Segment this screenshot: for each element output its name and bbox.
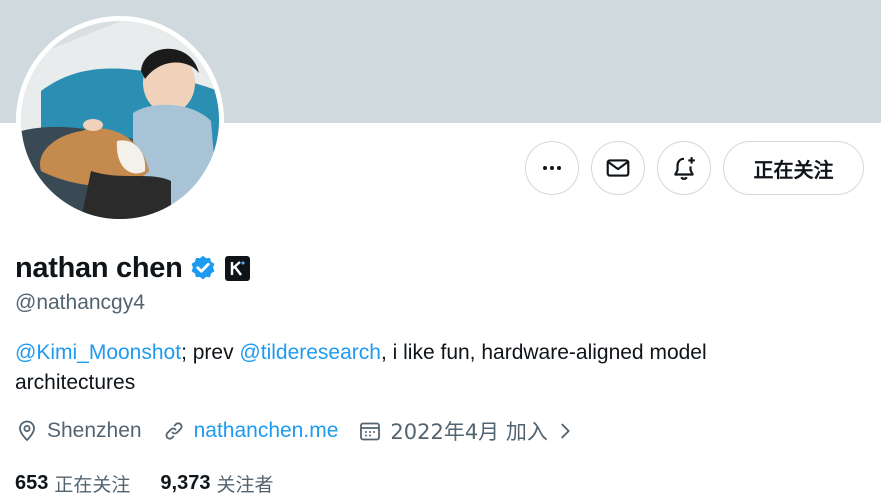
link-icon bbox=[165, 422, 183, 440]
bio-text: ; prev bbox=[181, 341, 240, 364]
avatar-photo bbox=[21, 21, 219, 219]
message-button[interactable] bbox=[591, 141, 645, 195]
joined-item[interactable]: 2022年4月 加入 bbox=[358, 416, 575, 446]
follow-stats: 653 正在关注 9,373 关注者 bbox=[15, 467, 303, 499]
more-dots-icon bbox=[543, 166, 561, 170]
bell-plus-icon bbox=[674, 157, 695, 180]
following-label: 正在关注 bbox=[54, 473, 131, 496]
website-link[interactable]: nathanchen.me bbox=[194, 419, 339, 443]
following-stat[interactable]: 653 正在关注 bbox=[15, 470, 130, 497]
bio-mention-kimi[interactable]: @Kimi_Moonshot bbox=[15, 341, 181, 364]
location-text: Shenzhen bbox=[47, 419, 142, 442]
bio: @Kimi_Moonshot; prev @tilderesearch, i l… bbox=[15, 338, 815, 398]
location-item: Shenzhen bbox=[15, 419, 142, 443]
avatar[interactable] bbox=[21, 21, 219, 219]
profile-meta: Shenzhen nathanchen.me 2022年4月 加入 bbox=[15, 414, 596, 448]
envelope-icon bbox=[606, 159, 630, 177]
notify-button[interactable] bbox=[657, 141, 711, 195]
joined-text: 2022年4月 加入 bbox=[390, 420, 548, 444]
followers-count: 9,373 bbox=[160, 471, 211, 494]
display-name: nathan chen bbox=[15, 251, 183, 284]
kimi-logo-mark bbox=[230, 260, 245, 276]
user-handle: @nathancgy4 bbox=[15, 291, 145, 314]
chevron-right-icon bbox=[561, 423, 570, 439]
website-item: nathanchen.me bbox=[162, 419, 339, 443]
calendar-icon bbox=[360, 422, 381, 441]
followers-stat[interactable]: 9,373 关注者 bbox=[160, 470, 273, 497]
followers-label: 关注者 bbox=[216, 473, 274, 496]
location-pin-icon bbox=[19, 420, 35, 442]
verified-badge-icon[interactable] bbox=[189, 254, 217, 282]
more-button[interactable] bbox=[525, 141, 579, 195]
following-button[interactable]: 正在关注 bbox=[723, 141, 864, 195]
following-count: 653 bbox=[15, 471, 49, 494]
kimi-affiliate-icon[interactable] bbox=[224, 255, 250, 281]
bio-mention-tilde[interactable]: @tilderesearch bbox=[239, 341, 381, 364]
name-row: nathan chen bbox=[15, 248, 250, 288]
